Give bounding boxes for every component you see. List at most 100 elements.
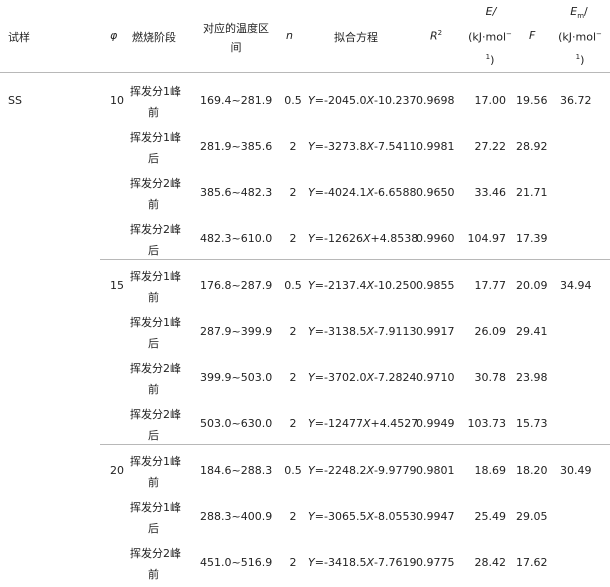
row-stage-line1: 挥发分2峰 [130,177,181,190]
sample-name: SS [8,94,22,107]
group-divider [100,259,610,260]
header-f: F [529,29,536,42]
row-r2: 0.9917 [416,325,455,338]
row-e: 104.97 [467,232,507,245]
row-f: 29.41 [516,325,548,338]
row-f: 15.73 [516,417,548,430]
row-equation: Y=-12477X+4.4527 [308,417,419,430]
row-equation: Y=-3138.5X-7.9113 [308,325,417,338]
row-f: 17.39 [516,232,548,245]
header-r2: R2 [430,29,443,43]
header-equation: 拟合方程 [334,31,378,44]
row-stage-line2: 前 [148,383,159,396]
header-temp-range-line2: 间 [230,41,242,54]
row-stage-line1: 挥发分1峰 [130,455,181,468]
row-r2: 0.9960 [416,232,455,245]
row-n: 2 [289,186,297,199]
row-stage-line1: 挥发分2峰 [130,223,181,236]
row-stage-line2: 前 [148,568,159,581]
row-f: 29.05 [516,510,548,523]
row-n: 2 [289,232,297,245]
header-e-line3: 1) [485,53,495,67]
row-equation: Y=-2045.0X-10.237 [308,94,417,107]
row-n: 2 [289,417,297,430]
row-stage-line2: 前 [148,198,159,211]
row-e: 28.42 [474,556,507,569]
row-equation: Y=-3702.0X-7.2824 [308,371,417,384]
row-temp-range: 169.4~281.9 [200,94,273,107]
row-r2: 0.9710 [416,371,455,384]
row-n: 2 [289,556,297,569]
header-divider [0,72,610,73]
row-f: 19.56 [516,94,548,107]
header-em-line3: 1) [575,53,585,67]
row-temp-range: 385.6~482.3 [200,186,273,199]
row-stage-line2: 后 [148,337,159,350]
row-r2: 0.9855 [416,279,455,292]
row-f: 20.09 [516,279,548,292]
row-temp-range: 288.3~400.9 [200,510,273,523]
group-em: 30.49 [560,464,592,477]
row-r2: 0.9775 [416,556,455,569]
row-r2: 0.9698 [416,94,455,107]
header-e-line2: (kJ·mol− [468,30,512,44]
header-phi: φ [110,29,118,42]
row-temp-range: 184.6~288.3 [200,464,273,477]
row-n: 0.5 [284,94,302,107]
row-n: 2 [289,510,297,523]
row-e: 30.78 [474,371,507,384]
row-equation: Y=-2137.4X-10.250 [308,279,417,292]
row-r2: 0.9947 [416,510,455,523]
row-stage-line1: 挥发分2峰 [130,547,181,560]
group-em: 34.94 [560,279,592,292]
row-temp-range: 399.9~503.0 [200,371,273,384]
header-temp-range-line1: 对应的温度区 [203,22,269,35]
header-em-line2: (kJ·mol− [558,30,602,44]
row-equation: Y=-3065.5X-8.0553 [308,510,417,523]
row-stage-line1: 挥发分1峰 [130,270,181,283]
row-temp-range: 451.0~516.9 [200,556,273,569]
group-divider [100,444,610,445]
row-stage-line2: 后 [148,152,159,165]
row-f: 23.98 [516,371,548,384]
row-r2: 0.9801 [416,464,455,477]
row-stage-line2: 前 [148,291,159,304]
row-equation: Y=-3418.5X-7.7619 [308,556,417,569]
row-n: 2 [289,371,297,384]
row-stage-line2: 后 [148,522,159,535]
row-temp-range: 287.9~399.9 [200,325,273,338]
header-n: n [286,29,293,42]
row-e: 17.00 [474,94,507,107]
group-phi: 20 [110,464,124,477]
header-stage: 燃烧阶段 [132,31,176,44]
row-temp-range: 503.0~630.0 [200,417,273,430]
row-e: 17.77 [474,279,507,292]
row-stage-line2: 前 [148,106,159,119]
row-n: 2 [289,140,297,153]
row-n: 0.5 [284,464,302,477]
row-temp-range: 482.3~610.0 [200,232,273,245]
row-temp-range: 176.8~287.9 [200,279,273,292]
row-r2: 0.9981 [416,140,455,153]
row-stage-line1: 挥发分2峰 [130,408,181,421]
row-temp-range: 281.9~385.6 [200,140,273,153]
row-r2: 0.9949 [416,417,455,430]
row-stage-line1: 挥发分2峰 [130,362,181,375]
row-stage-line2: 后 [148,244,159,257]
row-e: 33.46 [474,186,507,199]
group-em: 36.72 [560,94,592,107]
row-stage-line1: 挥发分1峰 [130,316,181,329]
group-phi: 10 [110,94,124,107]
header-em-line1: Em/ [570,5,588,21]
row-equation: Y=-3273.8X-7.5411 [308,140,417,153]
row-stage-line1: 挥发分1峰 [130,131,181,144]
row-f: 21.71 [516,186,548,199]
group-phi: 15 [110,279,124,292]
row-e: 26.09 [474,325,507,338]
row-f: 17.62 [516,556,548,569]
row-e: 27.22 [474,140,507,153]
row-equation: Y=-12626X+4.8538 [308,232,419,245]
row-stage-line2: 前 [148,476,159,489]
row-stage-line1: 挥发分1峰 [130,501,181,514]
row-e: 25.49 [474,510,507,523]
